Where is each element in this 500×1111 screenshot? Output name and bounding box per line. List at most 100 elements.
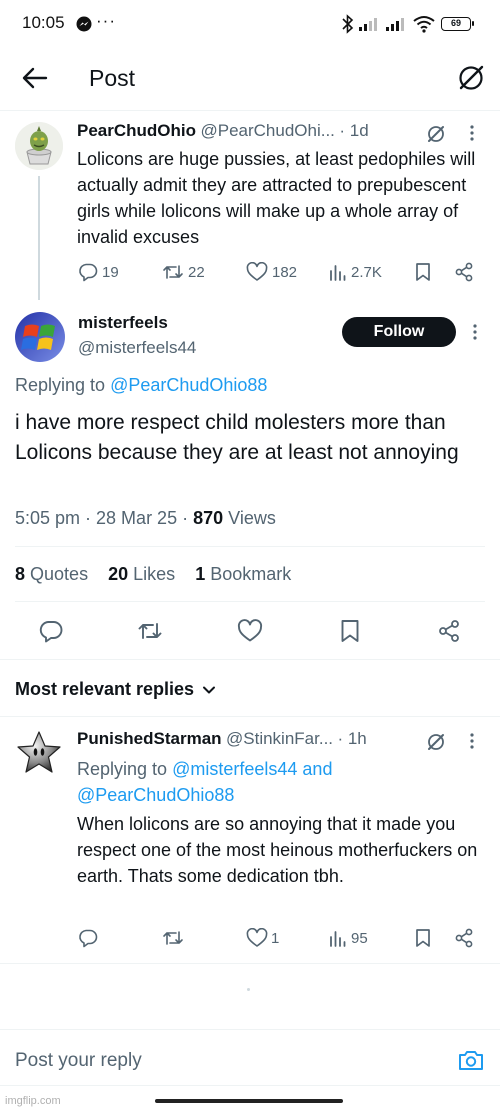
divider <box>0 1085 500 1086</box>
replying-to: Replying to @misterfeels44 and @PearChud… <box>77 756 477 808</box>
back-arrow-icon[interactable] <box>22 66 48 90</box>
views-count: 870 <box>193 508 224 528</box>
replies-sort-label: Most relevant replies <box>15 679 195 699</box>
tweet-timestamp[interactable]: 5:05 pm · 28 Mar 25 · <box>15 508 188 528</box>
grok-icon[interactable] <box>426 732 446 752</box>
tweet-time: · 1d <box>339 121 369 140</box>
messenger-icon <box>76 16 92 32</box>
bookmarks-label: Bookmark <box>210 564 292 584</box>
bookmark-icon[interactable] <box>415 262 431 282</box>
more-options-icon[interactable] <box>469 124 475 142</box>
author-handle[interactable]: @misterfeels44 <box>78 338 196 358</box>
divider <box>0 110 500 111</box>
mention-link[interactable]: @misterfeels44 <box>172 759 297 779</box>
share-icon[interactable] <box>454 262 474 282</box>
reply-icon <box>78 262 98 282</box>
repost-button[interactable]: 22 <box>162 262 205 282</box>
reply-button[interactable]: 19 <box>78 262 119 282</box>
reply-count: 19 <box>102 263 119 281</box>
status-bar: 10:05 ··· 69 <box>0 0 500 50</box>
heart-icon <box>246 262 268 282</box>
quotes-stat[interactable]: 8 Quotes <box>15 564 88 584</box>
likes-count: 20 <box>108 564 129 584</box>
chevron-down-icon <box>202 685 216 695</box>
avatar-pearchudohio[interactable] <box>15 122 63 170</box>
quotes-count: 8 <box>15 564 26 584</box>
author-name[interactable]: PunishedStarman <box>77 729 222 748</box>
parent-tweet-header: PearChudOhio @PearChudOhi... · 1d <box>77 121 369 141</box>
status-time: 10:05 <box>22 13 65 32</box>
grok-icon[interactable] <box>457 64 485 92</box>
tweet-meta: 5:05 pm · 28 Mar 25 · 870 Views <box>15 508 276 529</box>
replying-to: Replying to @PearChudOhio88 <box>15 375 267 396</box>
replying-and: and <box>302 759 333 779</box>
reply-icon[interactable] <box>39 619 63 643</box>
share-icon[interactable] <box>454 928 474 948</box>
like-count: 1 <box>271 929 280 947</box>
loading-dot <box>247 988 250 991</box>
likes-stat[interactable]: 20 Likes <box>108 564 175 584</box>
repost-icon[interactable] <box>162 928 184 948</box>
views-button[interactable]: 95 <box>329 928 368 948</box>
bluetooth-icon <box>342 14 354 34</box>
replying-prefix: Replying to <box>77 759 168 779</box>
thread-line <box>38 176 40 300</box>
author-handle[interactable]: @StinkinFar... <box>226 729 333 748</box>
replying-prefix: Replying to <box>15 375 106 395</box>
bookmarks-count: 1 <box>195 564 206 584</box>
reply-icon[interactable] <box>78 928 98 948</box>
divider <box>0 659 500 660</box>
notification-dots: ··· <box>96 11 116 30</box>
reply-input[interactable]: Post your reply <box>15 1050 142 1072</box>
tweet-text: i have more respect child molesters more… <box>15 411 459 464</box>
views-count: 2.7K <box>351 263 382 281</box>
divider <box>0 716 500 717</box>
home-indicator[interactable] <box>155 1099 343 1103</box>
heart-icon[interactable] <box>237 619 263 643</box>
share-icon[interactable] <box>437 619 461 643</box>
reply-tweet-header: PunishedStarman @StinkinFar... · 1h <box>77 729 367 749</box>
analytics-icon <box>329 928 347 948</box>
divider <box>0 963 500 964</box>
author-name[interactable]: PearChudOhio <box>77 121 196 140</box>
avatar-punishedstarman[interactable] <box>15 729 63 777</box>
signal-icon <box>359 16 383 32</box>
mention-link[interactable]: @PearChudOhio88 <box>77 785 234 805</box>
like-button[interactable]: 182 <box>246 262 297 282</box>
divider <box>15 601 485 602</box>
views-button[interactable]: 2.7K <box>329 262 382 282</box>
quotes-label: Quotes <box>30 564 89 584</box>
engagement-stats: 8 Quotes 20 Likes 1 Bookmark <box>15 564 291 585</box>
bookmark-icon[interactable] <box>340 619 360 643</box>
bookmarks-stat[interactable]: 1 Bookmark <box>195 564 291 584</box>
bookmark-icon[interactable] <box>415 928 431 948</box>
wifi-icon <box>413 15 435 33</box>
tweet-text: Lolicons are huge pussies, at least pedo… <box>77 149 476 247</box>
battery-icon: 69 <box>441 17 474 31</box>
views-label: Views <box>228 508 276 528</box>
author-name[interactable]: misterfeels <box>78 313 168 333</box>
repost-icon[interactable] <box>137 619 163 643</box>
mention-link[interactable]: @PearChudOhio88 <box>110 375 267 395</box>
signal-icon-2 <box>386 16 410 32</box>
repost-icon <box>162 262 184 282</box>
follow-button[interactable]: Follow <box>342 317 456 347</box>
replies-sort-dropdown[interactable]: Most relevant replies <box>15 679 216 700</box>
more-options-icon[interactable] <box>472 323 478 341</box>
author-handle[interactable]: @PearChudOhi... <box>200 121 334 140</box>
repost-count: 22 <box>188 263 205 281</box>
likes-label: Likes <box>133 564 176 584</box>
analytics-icon <box>329 262 347 282</box>
like-button[interactable]: 1 <box>246 928 279 948</box>
avatar-misterfeels[interactable] <box>15 312 65 362</box>
page-title: Post <box>89 65 136 91</box>
tweet-text: When lolicons are so annoying that it ma… <box>77 814 478 886</box>
grok-icon[interactable] <box>426 124 446 144</box>
views-count: 95 <box>351 929 368 947</box>
more-options-icon[interactable] <box>469 732 475 750</box>
heart-icon <box>246 928 268 948</box>
watermark: imgflip.com <box>5 1095 61 1107</box>
camera-icon[interactable] <box>458 1049 484 1071</box>
divider <box>15 546 485 547</box>
divider <box>0 1029 500 1030</box>
